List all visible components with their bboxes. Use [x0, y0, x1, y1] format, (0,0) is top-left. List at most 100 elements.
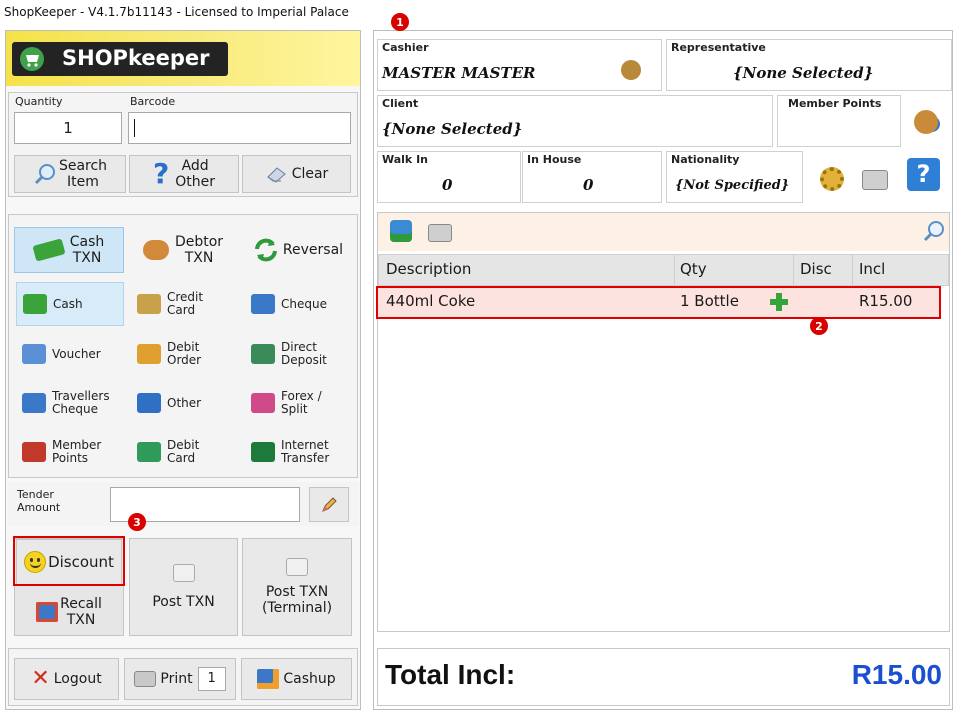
logout-label: Logout	[53, 671, 102, 687]
representative-value[interactable]: {None Selected}	[733, 64, 873, 82]
payment-method-label: Credit Card	[167, 290, 204, 317]
post-txn-label: Post TXN	[152, 594, 215, 610]
payment-method-globe[interactable]: Internet Transfer	[245, 430, 353, 474]
cash-txn-label-2: TXN	[72, 250, 102, 266]
walk-in-label: Walk In	[382, 153, 429, 166]
clear-list-icon[interactable]	[390, 220, 412, 242]
search-label-1: Search	[58, 158, 108, 174]
post-txn-button[interactable]: Post TXN	[129, 538, 238, 636]
recall-label-1: Recall	[60, 596, 102, 612]
payment-method-member-points[interactable]: Member Points	[16, 430, 124, 474]
people-icon	[142, 240, 169, 260]
clear-label: Clear	[291, 166, 329, 182]
recall-txn-button[interactable]: Recall TXN	[16, 590, 122, 634]
red-x-icon: ✕	[31, 666, 50, 691]
direct-deposit-icon	[251, 344, 275, 364]
print-button[interactable]: Print 1	[124, 658, 236, 700]
payment-method-label: Internet Transfer	[281, 438, 330, 465]
settings-gear-icon[interactable]	[820, 167, 844, 191]
debtor-txn-button[interactable]: Debtor TXN	[129, 227, 237, 273]
eraser-icon	[266, 167, 286, 183]
terminal-register-icon	[286, 558, 308, 576]
walk-in-box: Walk In 0	[377, 151, 521, 203]
window-title: ShopKeeper - V4.1.7b11143 - Licensed to …	[4, 5, 349, 19]
quantity-field[interactable]: 1	[14, 112, 122, 144]
question-mark-icon: ?	[152, 157, 170, 190]
logout-button[interactable]: ✕ Logout	[14, 658, 119, 700]
forex-icon	[251, 393, 275, 413]
nationality-value[interactable]: {Not Specified}	[675, 178, 789, 193]
annotation-badge-1: 1	[391, 13, 409, 31]
payment-method-label: Travellers Cheque	[52, 389, 110, 416]
client-value[interactable]: {None Selected}	[382, 120, 522, 138]
annotation-badge-3: 3	[128, 513, 146, 531]
print-label: Print	[160, 671, 193, 687]
find-item-icon[interactable]	[923, 220, 945, 242]
payment-method-label: Other	[167, 395, 202, 410]
add-label-1: Add	[181, 158, 209, 174]
payment-method-label: Direct Deposit	[281, 340, 327, 367]
cheque-icon	[251, 294, 275, 314]
barcode-input[interactable]	[128, 112, 351, 144]
payment-method-direct-deposit[interactable]: Direct Deposit	[245, 332, 353, 376]
reversal-button[interactable]: Reversal	[242, 227, 352, 273]
debtor-txn-label-1: Debtor	[174, 234, 224, 250]
magnifier-icon	[34, 164, 55, 185]
globe-icon	[251, 442, 275, 462]
cashier-value: MASTER MASTER	[382, 64, 536, 82]
print-copies-field[interactable]: 1	[197, 667, 226, 691]
payment-method-label: Cheque	[281, 296, 327, 311]
clear-button[interactable]: Clear	[242, 155, 351, 193]
payment-method-label: Debit Card	[167, 438, 200, 465]
printer-setup-icon[interactable]	[862, 170, 888, 190]
client-box: Client {None Selected}	[377, 95, 773, 147]
reversal-label: Reversal	[282, 242, 344, 258]
payment-method-cheque[interactable]: Cheque	[245, 282, 353, 326]
cash-icon	[23, 294, 47, 314]
barcode-label: Barcode	[130, 95, 176, 108]
quantity-label: Quantity	[15, 95, 63, 108]
payment-method-label: Voucher	[52, 346, 101, 361]
cashup-chart-icon	[257, 669, 280, 689]
cashier-user-icon[interactable]	[621, 60, 641, 80]
highlight-discount	[13, 536, 125, 586]
col-qty[interactable]: Qty	[680, 260, 707, 278]
help-icon[interactable]: ?	[907, 158, 940, 191]
payment-method-voucher[interactable]: Voucher	[16, 332, 124, 376]
total-label: Total Incl:	[385, 659, 516, 690]
reversal-arrows-icon	[254, 238, 277, 262]
walk-in-value: 0	[442, 176, 453, 194]
col-incl[interactable]: Incl	[859, 260, 885, 278]
search-item-button[interactable]: Search Item	[14, 155, 126, 193]
member-search-icon[interactable]	[914, 110, 938, 134]
payment-method-credit-card[interactable]: Credit Card	[131, 282, 237, 326]
payment-method-debit-card[interactable]: Debit Card	[131, 430, 237, 474]
tender-pencil-button[interactable]	[309, 487, 349, 522]
payment-method-debit-order[interactable]: Debit Order	[131, 332, 237, 376]
print-list-icon[interactable]	[428, 224, 452, 242]
total-value: R15.00	[851, 659, 942, 690]
debit-card-icon	[137, 442, 161, 462]
representative-box: Representative {None Selected}	[666, 39, 952, 91]
add-other-button[interactable]: ? Add Other	[129, 155, 239, 193]
payment-method-travellers-cheque[interactable]: Travellers Cheque	[16, 381, 124, 425]
voucher-icon	[22, 344, 46, 364]
other-help-icon	[137, 393, 161, 413]
col-disc[interactable]: Disc	[800, 260, 832, 278]
payment-method-label: Cash	[53, 296, 83, 311]
register-icon	[172, 564, 195, 582]
col-description[interactable]: Description	[386, 260, 471, 278]
payment-method-cash[interactable]: Cash	[16, 282, 124, 326]
cash-txn-button[interactable]: Cash TXN	[14, 227, 124, 273]
shopkeeper-logo: SHOPkeeper	[12, 42, 228, 76]
post-txn-terminal-button[interactable]: Post TXN (Terminal)	[242, 538, 352, 636]
cashier-box: Cashier MASTER MASTER	[377, 39, 662, 91]
member-points-label: Member Points	[788, 97, 882, 110]
payment-method-forex[interactable]: Forex / Split	[245, 381, 353, 425]
representative-label: Representative	[671, 41, 766, 54]
client-label: Client	[382, 97, 419, 110]
cashup-button[interactable]: Cashup	[241, 658, 352, 700]
debtor-txn-label-2: TXN	[184, 250, 214, 266]
travellers-cheque-icon	[22, 393, 46, 413]
payment-method-other-help[interactable]: Other	[131, 381, 237, 425]
